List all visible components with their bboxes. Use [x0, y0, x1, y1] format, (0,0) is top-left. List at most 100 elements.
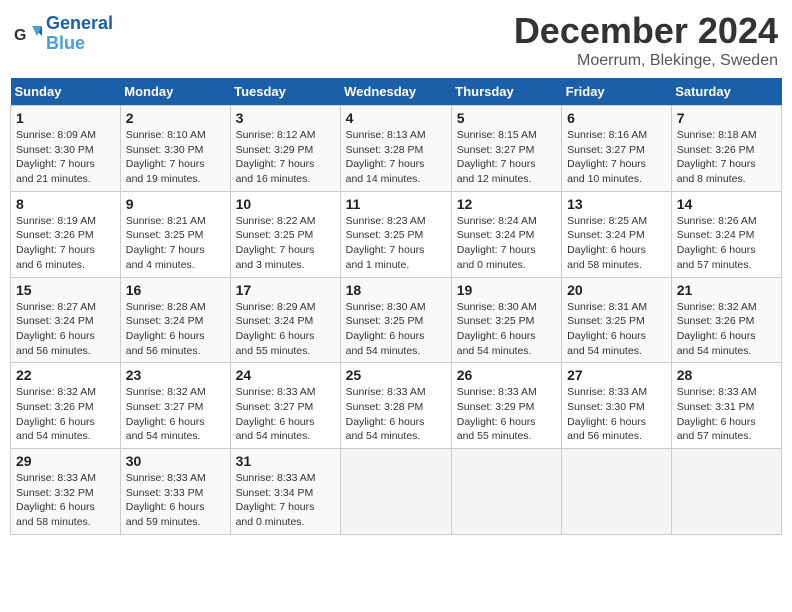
week-row-4: 22 Sunrise: 8:32 AM Sunset: 3:26 PM Dayli…: [11, 363, 782, 449]
cell-info: Sunrise: 8:28 AM Sunset: 3:24 PM Dayligh…: [126, 300, 225, 359]
day-number: 12: [457, 196, 556, 212]
cell-info: Sunrise: 8:32 AM Sunset: 3:26 PM Dayligh…: [16, 385, 115, 444]
cell-info: Sunrise: 8:33 AM Sunset: 3:29 PM Dayligh…: [457, 385, 556, 444]
day-number: 16: [126, 282, 225, 298]
svg-text:G: G: [14, 27, 26, 44]
day-number: 18: [346, 282, 446, 298]
day-number: 1: [16, 110, 115, 126]
cell-2-7: 14 Sunrise: 8:26 AM Sunset: 3:24 PM Dayli…: [671, 191, 781, 277]
col-header-wednesday: Wednesday: [340, 78, 451, 106]
day-number: 3: [236, 110, 335, 126]
location: Moerrum, Blekinge, Sweden: [514, 52, 778, 70]
col-header-sunday: Sunday: [11, 78, 121, 106]
cell-info: Sunrise: 8:29 AM Sunset: 3:24 PM Dayligh…: [236, 300, 335, 359]
col-header-tuesday: Tuesday: [230, 78, 340, 106]
col-header-thursday: Thursday: [451, 78, 561, 106]
day-number: 5: [457, 110, 556, 126]
cell-info: Sunrise: 8:25 AM Sunset: 3:24 PM Dayligh…: [567, 214, 666, 273]
day-number: 10: [236, 196, 335, 212]
month-title: December 2024: [514, 10, 778, 52]
cell-info: Sunrise: 8:10 AM Sunset: 3:30 PM Dayligh…: [126, 128, 225, 187]
day-number: 4: [346, 110, 446, 126]
cell-1-7: 7Sunrise: 8:18 AM Sunset: 3:26 PM Daylig…: [671, 106, 781, 192]
day-number: 27: [567, 367, 666, 383]
cell-info: Sunrise: 8:32 AM Sunset: 3:26 PM Dayligh…: [677, 300, 776, 359]
day-number: 2: [126, 110, 225, 126]
cell-info: Sunrise: 8:33 AM Sunset: 3:34 PM Dayligh…: [236, 471, 335, 530]
cell-1-2: 2 Sunrise: 8:10 AM Sunset: 3:30 PM Daylig…: [120, 106, 230, 192]
cell-info: Sunrise: 8:33 AM Sunset: 3:32 PM Dayligh…: [16, 471, 115, 530]
cell-4-6: 27Sunrise: 8:33 AM Sunset: 3:30 PM Dayli…: [562, 363, 672, 449]
cell-3-7: 21 Sunrise: 8:32 AM Sunset: 3:26 PM Dayli…: [671, 277, 781, 363]
cell-info: Sunrise: 8:22 AM Sunset: 3:25 PM Dayligh…: [236, 214, 335, 273]
cell-4-7: 28 Sunrise: 8:33 AM Sunset: 3:31 PM Dayli…: [671, 363, 781, 449]
cell-5-2: 30 Sunrise: 8:33 AM Sunset: 3:33 PM Dayli…: [120, 449, 230, 535]
day-number: 30: [126, 453, 225, 469]
cell-5-1: 29Sunrise: 8:33 AM Sunset: 3:32 PM Dayli…: [11, 449, 121, 535]
cell-5-3: 31 Sunrise: 8:33 AM Sunset: 3:34 PM Dayli…: [230, 449, 340, 535]
logo-text: General Blue: [46, 14, 113, 54]
cell-1-3: 3 Sunrise: 8:12 AM Sunset: 3:29 PM Daylig…: [230, 106, 340, 192]
cell-info: Sunrise: 8:26 AM Sunset: 3:24 PM Dayligh…: [677, 214, 776, 273]
week-row-1: 1 Sunrise: 8:09 AM Sunset: 3:30 PM Daylig…: [11, 106, 782, 192]
day-number: 26: [457, 367, 556, 383]
day-number: 25: [346, 367, 446, 383]
cell-2-5: 12 Sunrise: 8:24 AM Sunset: 3:24 PM Dayli…: [451, 191, 561, 277]
cell-info: Sunrise: 8:33 AM Sunset: 3:33 PM Dayligh…: [126, 471, 225, 530]
day-number: 31: [236, 453, 335, 469]
day-number: 21: [677, 282, 776, 298]
cell-info: Sunrise: 8:32 AM Sunset: 3:27 PM Dayligh…: [126, 385, 225, 444]
cell-4-5: 26 Sunrise: 8:33 AM Sunset: 3:29 PM Dayli…: [451, 363, 561, 449]
cell-info: Sunrise: 8:33 AM Sunset: 3:28 PM Dayligh…: [346, 385, 446, 444]
cell-info: Sunrise: 8:27 AM Sunset: 3:24 PM Dayligh…: [16, 300, 115, 359]
day-number: 9: [126, 196, 225, 212]
cell-info: Sunrise: 8:24 AM Sunset: 3:24 PM Dayligh…: [457, 214, 556, 273]
header-row: SundayMondayTuesdayWednesdayThursdayFrid…: [11, 78, 782, 106]
cell-info: Sunrise: 8:12 AM Sunset: 3:29 PM Dayligh…: [236, 128, 335, 187]
day-number: 22: [16, 367, 115, 383]
cell-info: Sunrise: 8:31 AM Sunset: 3:25 PM Dayligh…: [567, 300, 666, 359]
day-number: 14: [677, 196, 776, 212]
logo-icon: G: [14, 22, 44, 46]
title-area: December 2024 Moerrum, Blekinge, Sweden: [514, 10, 778, 70]
cell-info: Sunrise: 8:21 AM Sunset: 3:25 PM Dayligh…: [126, 214, 225, 273]
cell-2-1: 8Sunrise: 8:19 AM Sunset: 3:26 PM Daylig…: [11, 191, 121, 277]
cell-info: Sunrise: 8:30 AM Sunset: 3:25 PM Dayligh…: [457, 300, 556, 359]
day-number: 15: [16, 282, 115, 298]
day-number: 24: [236, 367, 335, 383]
day-number: 28: [677, 367, 776, 383]
cell-info: Sunrise: 8:16 AM Sunset: 3:27 PM Dayligh…: [567, 128, 666, 187]
page-header: G General Blue December 2024 Moerrum, Bl…: [10, 10, 782, 70]
week-row-2: 8Sunrise: 8:19 AM Sunset: 3:26 PM Daylig…: [11, 191, 782, 277]
col-header-saturday: Saturday: [671, 78, 781, 106]
week-row-5: 29Sunrise: 8:33 AM Sunset: 3:32 PM Dayli…: [11, 449, 782, 535]
cell-5-7: [671, 449, 781, 535]
day-number: 8: [16, 196, 115, 212]
col-header-friday: Friday: [562, 78, 672, 106]
cell-3-2: 16 Sunrise: 8:28 AM Sunset: 3:24 PM Dayli…: [120, 277, 230, 363]
cell-info: Sunrise: 8:15 AM Sunset: 3:27 PM Dayligh…: [457, 128, 556, 187]
cell-info: Sunrise: 8:23 AM Sunset: 3:25 PM Dayligh…: [346, 214, 446, 273]
day-number: 6: [567, 110, 666, 126]
cell-5-6: [562, 449, 672, 535]
cell-4-3: 24 Sunrise: 8:33 AM Sunset: 3:27 PM Dayli…: [230, 363, 340, 449]
logo: G General Blue: [14, 14, 113, 54]
cell-3-5: 19Sunrise: 8:30 AM Sunset: 3:25 PM Dayli…: [451, 277, 561, 363]
cell-info: Sunrise: 8:18 AM Sunset: 3:26 PM Dayligh…: [677, 128, 776, 187]
cell-4-4: 25 Sunrise: 8:33 AM Sunset: 3:28 PM Dayli…: [340, 363, 451, 449]
week-row-3: 15 Sunrise: 8:27 AM Sunset: 3:24 PM Dayli…: [11, 277, 782, 363]
cell-2-3: 10 Sunrise: 8:22 AM Sunset: 3:25 PM Dayli…: [230, 191, 340, 277]
cell-5-4: [340, 449, 451, 535]
cell-2-2: 9 Sunrise: 8:21 AM Sunset: 3:25 PM Daylig…: [120, 191, 230, 277]
cell-info: Sunrise: 8:33 AM Sunset: 3:31 PM Dayligh…: [677, 385, 776, 444]
cell-2-4: 11Sunrise: 8:23 AM Sunset: 3:25 PM Dayli…: [340, 191, 451, 277]
cell-info: Sunrise: 8:09 AM Sunset: 3:30 PM Dayligh…: [16, 128, 115, 187]
day-number: 13: [567, 196, 666, 212]
cell-4-2: 23Sunrise: 8:32 AM Sunset: 3:27 PM Dayli…: [120, 363, 230, 449]
cell-info: Sunrise: 8:33 AM Sunset: 3:27 PM Dayligh…: [236, 385, 335, 444]
day-number: 20: [567, 282, 666, 298]
cell-3-1: 15 Sunrise: 8:27 AM Sunset: 3:24 PM Dayli…: [11, 277, 121, 363]
cell-1-5: 5 Sunrise: 8:15 AM Sunset: 3:27 PM Daylig…: [451, 106, 561, 192]
cell-5-5: [451, 449, 561, 535]
cell-info: Sunrise: 8:13 AM Sunset: 3:28 PM Dayligh…: [346, 128, 446, 187]
